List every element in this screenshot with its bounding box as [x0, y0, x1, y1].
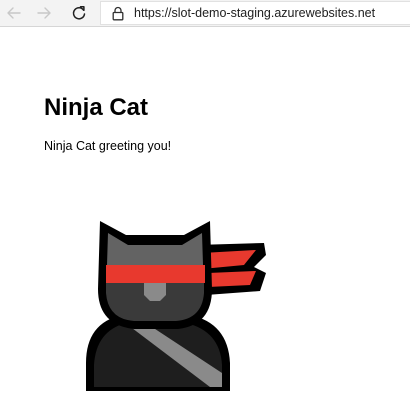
back-button[interactable] [4, 4, 24, 22]
browser-toolbar: https://slot-demo-staging.azurewebsites.… [0, 0, 410, 27]
arrow-left-icon [7, 7, 21, 19]
refresh-icon [72, 6, 86, 20]
refresh-button[interactable] [69, 4, 89, 22]
headband [106, 265, 205, 283]
page-content: Ninja Cat Ninja Cat greeting you! [0, 27, 410, 405]
lock-icon[interactable] [111, 5, 125, 21]
arrow-right-icon [37, 7, 51, 19]
address-bar[interactable]: https://slot-demo-staging.azurewebsites.… [100, 1, 410, 25]
greeting-text: Ninja Cat greeting you! [44, 139, 172, 153]
page-title: Ninja Cat [44, 94, 149, 121]
url-text[interactable]: https://slot-demo-staging.azurewebsites.… [134, 6, 375, 20]
ninja-cat-image [86, 221, 266, 391]
face-nose [144, 283, 166, 301]
forward-button[interactable] [34, 4, 54, 22]
